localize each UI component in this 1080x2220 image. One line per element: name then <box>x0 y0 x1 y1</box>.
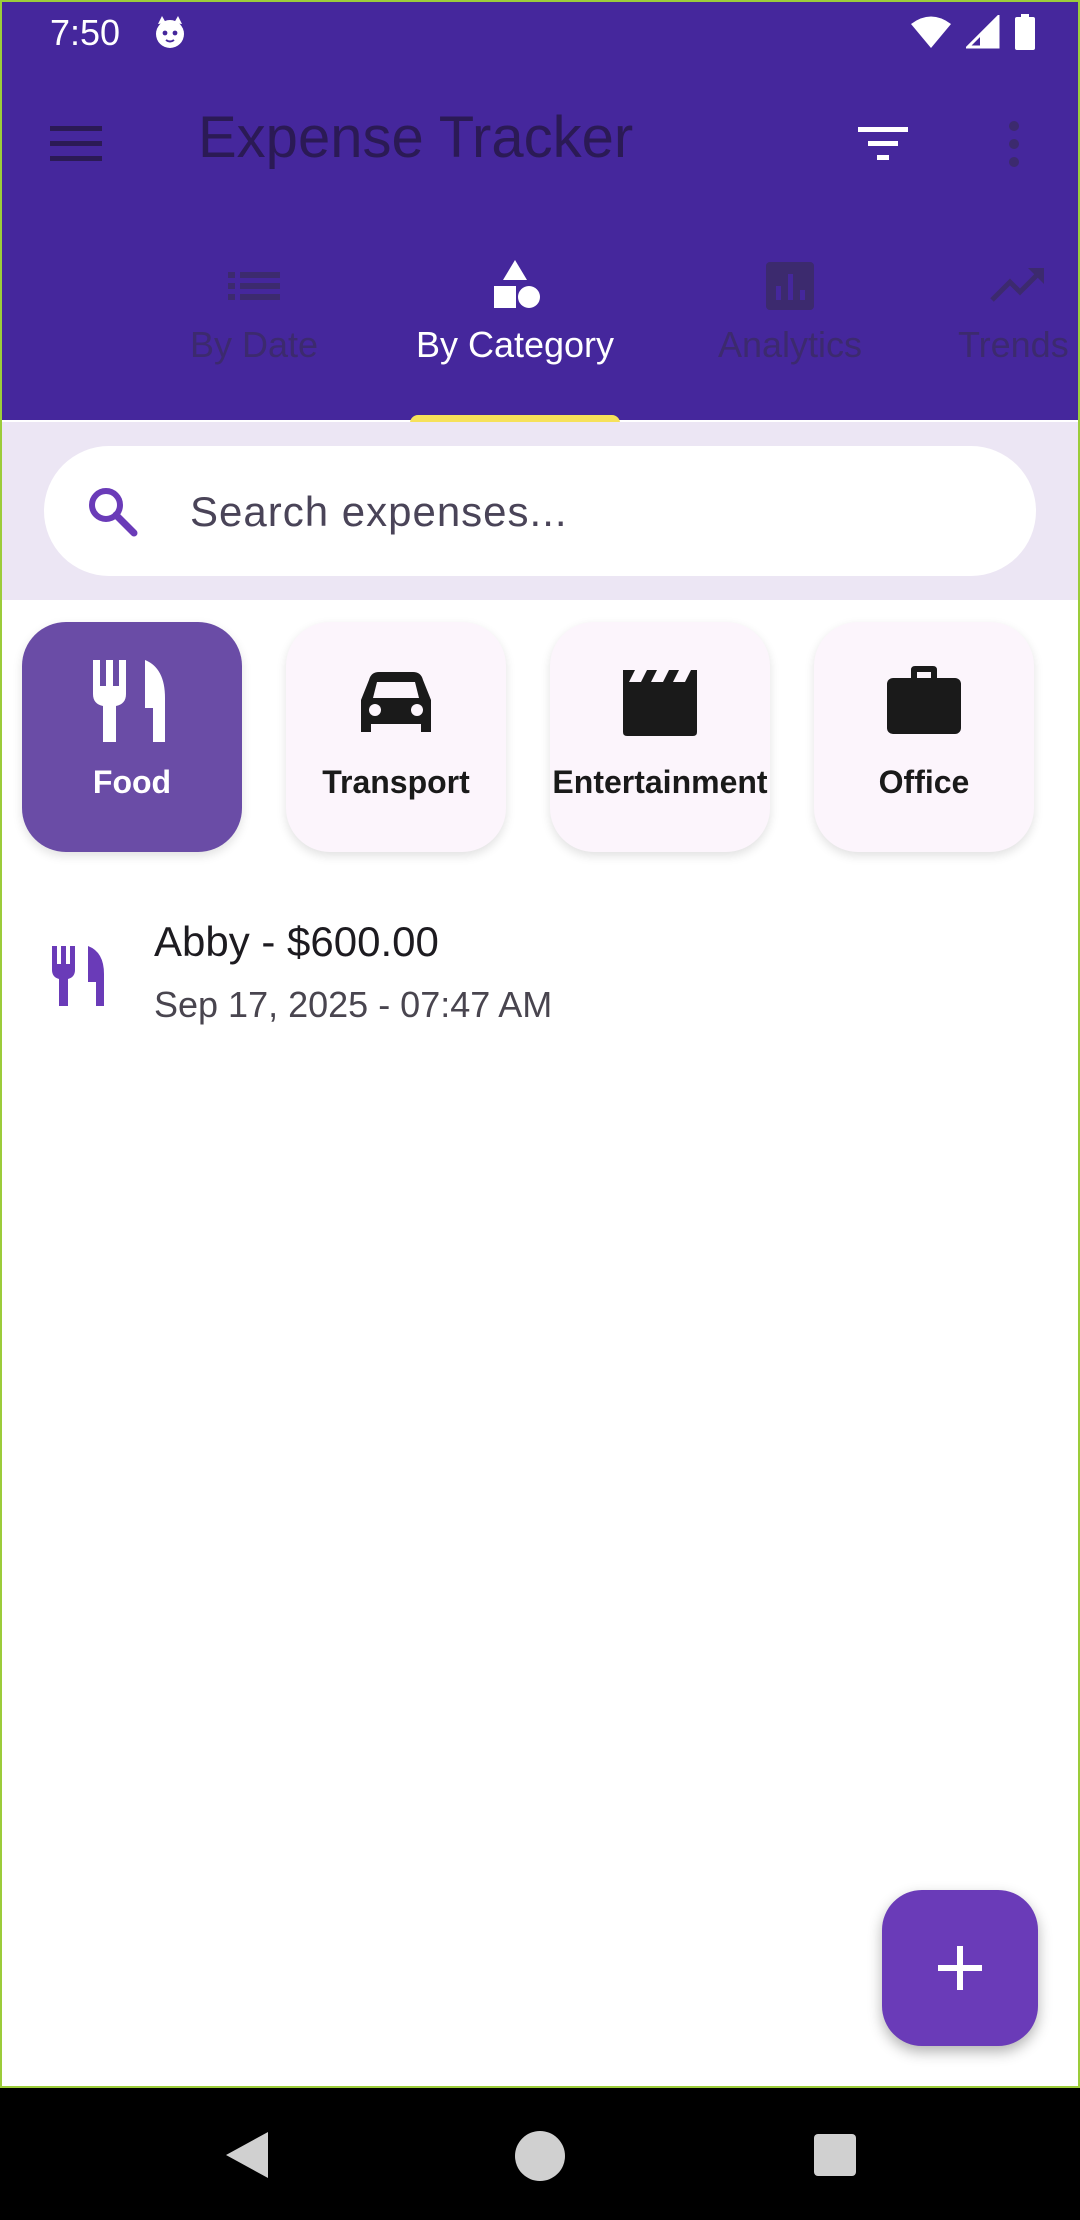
search-input[interactable] <box>188 468 992 556</box>
category-label: Food <box>92 764 172 800</box>
recent-apps-icon[interactable] <box>812 2132 858 2178</box>
menu-button[interactable] <box>40 112 112 176</box>
category-icon <box>494 260 540 308</box>
tab-by-date[interactable]: By Date <box>184 250 324 420</box>
search-bar[interactable] <box>44 446 1036 576</box>
search-area <box>0 422 1080 600</box>
trending-up-icon <box>990 268 1044 302</box>
status-bar: 7:50 <box>0 0 1080 64</box>
search-icon <box>89 488 138 537</box>
fork-knife-icon <box>93 660 165 742</box>
filter-icon <box>858 127 908 160</box>
category-office[interactable]: Office <box>814 622 1034 852</box>
tab-analytics[interactable]: Analytics <box>700 250 880 420</box>
tab-label: By Date <box>189 324 319 365</box>
category-label: Entertainment <box>552 764 768 800</box>
status-time: 7:50 <box>50 12 121 53</box>
category-label: Office <box>878 764 970 800</box>
tab-bar: By Date By Category Analytics Trends <box>0 250 1080 420</box>
category-transport[interactable]: Transport <box>286 622 506 852</box>
status-icons <box>910 14 1036 50</box>
category-selector: Food Transport Entertainment Office <box>0 600 1080 876</box>
clapperboard-icon <box>623 670 697 736</box>
app-title: Expense Tracker <box>198 105 634 170</box>
expense-title: Abby - $600.00 <box>154 918 439 965</box>
battery-icon <box>1015 14 1035 50</box>
fork-knife-icon <box>52 946 104 1006</box>
plus-icon <box>938 1946 982 1990</box>
system-nav-bar <box>0 2088 1080 2220</box>
expense-list-item[interactable]: Abby - $600.00 Sep 17, 2025 - 07:47 AM <box>0 900 1080 1060</box>
expense-date: Sep 17, 2025 - 07:47 AM <box>154 984 553 1025</box>
list-icon <box>228 272 280 300</box>
top-app-area: 7:50 Expense Tracker By Date By Category… <box>0 0 1080 420</box>
signal-icon <box>966 15 1000 49</box>
tab-trends[interactable]: Trends <box>958 250 1080 420</box>
back-icon[interactable] <box>222 2130 272 2180</box>
tab-by-category[interactable]: By Category <box>400 250 630 420</box>
tab-label: Analytics <box>717 324 863 365</box>
more-vert-icon <box>1009 121 1019 167</box>
category-food[interactable]: Food <box>22 622 242 852</box>
category-label: Transport <box>322 764 470 800</box>
analytics-icon <box>766 262 814 310</box>
add-expense-button[interactable] <box>882 1890 1038 2046</box>
menu-icon <box>50 126 102 161</box>
briefcase-icon <box>887 666 961 734</box>
tab-label: By Category <box>415 324 615 365</box>
expense-tracker-screen: 7:50 Expense Tracker By Date By Category… <box>0 0 1080 2220</box>
filter-button[interactable] <box>848 114 918 174</box>
app-bar: Expense Tracker <box>0 64 1080 220</box>
wifi-icon <box>911 16 951 48</box>
category-entertainment[interactable]: Entertainment <box>550 622 770 852</box>
more-options-button[interactable] <box>986 110 1042 178</box>
car-icon <box>361 672 431 732</box>
home-icon[interactable] <box>514 2130 566 2182</box>
tab-label: Trends <box>958 324 1069 365</box>
cat-icon <box>156 16 184 48</box>
